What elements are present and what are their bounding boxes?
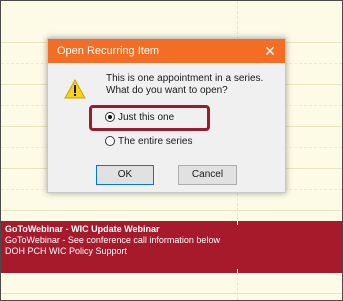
message-line: What do you want to open? bbox=[106, 85, 228, 96]
warning-icon bbox=[64, 79, 86, 99]
open-recurring-item-dialog: Open Recurring Item ✕ This is one appoin… bbox=[47, 38, 286, 193]
radio-button[interactable] bbox=[105, 112, 115, 122]
radio-label: Just this one bbox=[118, 112, 175, 123]
grid-line bbox=[1, 293, 342, 294]
cancel-button[interactable]: Cancel bbox=[178, 165, 237, 185]
day-divider bbox=[237, 273, 238, 300]
close-icon[interactable]: ✕ bbox=[261, 42, 279, 60]
radio-label: The entire series bbox=[118, 136, 193, 147]
dialog-message: This is one appointment in a series. Wha… bbox=[106, 73, 276, 97]
radio-button[interactable] bbox=[105, 136, 115, 146]
day-divider-tick bbox=[237, 269, 238, 273]
calendar-event[interactable]: GoToWebinar - WIC Update Webinar GoToWeb… bbox=[1, 221, 342, 273]
event-detail: GoToWebinar - See conference call inform… bbox=[5, 235, 220, 245]
grid-line bbox=[1, 210, 342, 211]
event-organizer: DOH PCH WIC Policy Support bbox=[5, 246, 128, 256]
ok-button[interactable]: OK bbox=[96, 165, 154, 185]
event-title: GoToWebinar - WIC Update Webinar bbox=[5, 224, 160, 234]
message-line: This is one appointment in a series. bbox=[106, 73, 264, 84]
day-divider-tick bbox=[237, 221, 238, 225]
dialog-title: Open Recurring Item bbox=[57, 45, 160, 57]
dialog-titlebar[interactable]: Open Recurring Item ✕ bbox=[48, 39, 285, 63]
